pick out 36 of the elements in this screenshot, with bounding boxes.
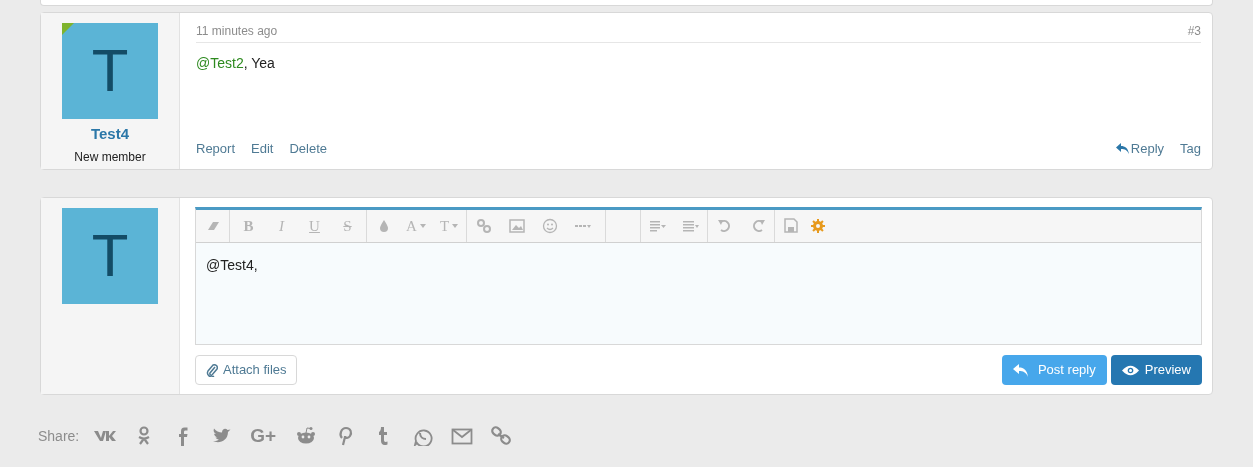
link-icon[interactable] (490, 426, 513, 447)
post-action-link[interactable]: Edit (251, 138, 274, 158)
post-action-link[interactable]: Delete (289, 138, 327, 158)
google-plus-icon[interactable]: G+ (250, 422, 279, 451)
gear-icon (810, 218, 826, 234)
user-title: New member (74, 148, 146, 166)
user-avatar[interactable]: T (62, 208, 158, 304)
share-label: Share: (38, 426, 80, 446)
eye-icon (1121, 364, 1139, 376)
post-reply-button[interactable]: Post reply (1001, 355, 1107, 385)
message-text: @Test2, Yea (196, 54, 276, 73)
message-input[interactable]: @Test4, (196, 243, 1201, 344)
paperclip-icon (205, 363, 218, 377)
image-icon (508, 218, 525, 234)
post-action-link[interactable]: Reply (1115, 138, 1165, 158)
post-number-link[interactable]: #3 (1187, 22, 1201, 40)
caret-icon (418, 224, 427, 228)
align-icon (649, 218, 666, 234)
reply-icon (1115, 142, 1129, 154)
link-icon (475, 218, 492, 234)
post-time[interactable]: 11 minutes ago (196, 22, 278, 40)
list-icon (682, 218, 699, 234)
undo-icon (716, 218, 733, 234)
user-avatar[interactable]: T (62, 23, 158, 119)
save-icon (783, 218, 800, 234)
caret-icon (451, 224, 460, 228)
smiley-icon (541, 218, 558, 234)
attach-files-button[interactable]: Attach files (195, 355, 297, 385)
more-icon (574, 224, 591, 228)
email-icon[interactable] (451, 426, 474, 447)
mention-link[interactable]: @Test2 (196, 55, 244, 71)
preview-button[interactable]: Preview (1110, 355, 1202, 385)
reply-icon (1012, 363, 1028, 377)
post-action-link[interactable]: Tag (1180, 138, 1201, 158)
post-action-link[interactable]: Report (196, 138, 236, 158)
username-link[interactable]: Test4 (90, 123, 130, 146)
